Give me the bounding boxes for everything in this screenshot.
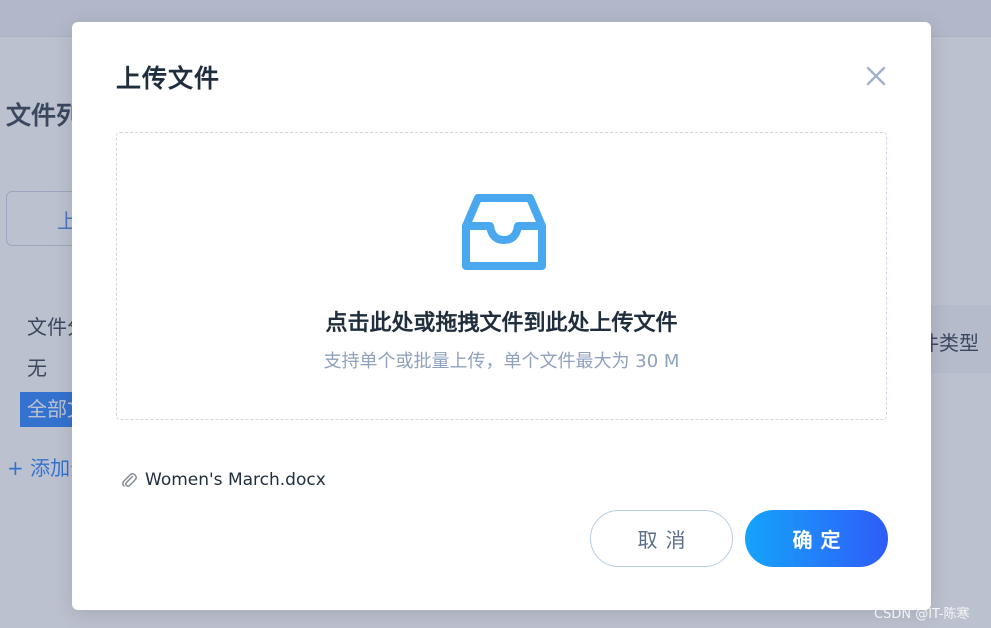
uploaded-file-item[interactable]: Women's March.docx [120,467,326,493]
dropzone-main-text: 点击此处或拖拽文件到此处上传文件 [325,311,678,336]
upload-dropzone[interactable]: 点击此处或拖拽文件到此处上传文件 支持单个或批量上传，单个文件最大为 30 M [116,132,887,420]
watermark: CSDN @IT-陈寒 [874,607,970,622]
cancel-button[interactable]: 取消 [590,510,733,567]
close-icon [866,66,886,86]
confirm-button[interactable]: 确定 [745,510,888,567]
dropzone-hint-text: 支持单个或批量上传，单个文件最大为 30 M [323,351,680,372]
inbox-icon [462,194,546,270]
file-name: Women's March.docx [145,470,326,490]
upload-dialog: 上传文件 点击此处或拖拽文件到此处上传文件 支持单个或批量上传，单个文件最大为 … [72,22,931,610]
close-button[interactable] [864,64,888,88]
dialog-title: 上传文件 [116,64,221,93]
paperclip-icon [122,473,137,487]
